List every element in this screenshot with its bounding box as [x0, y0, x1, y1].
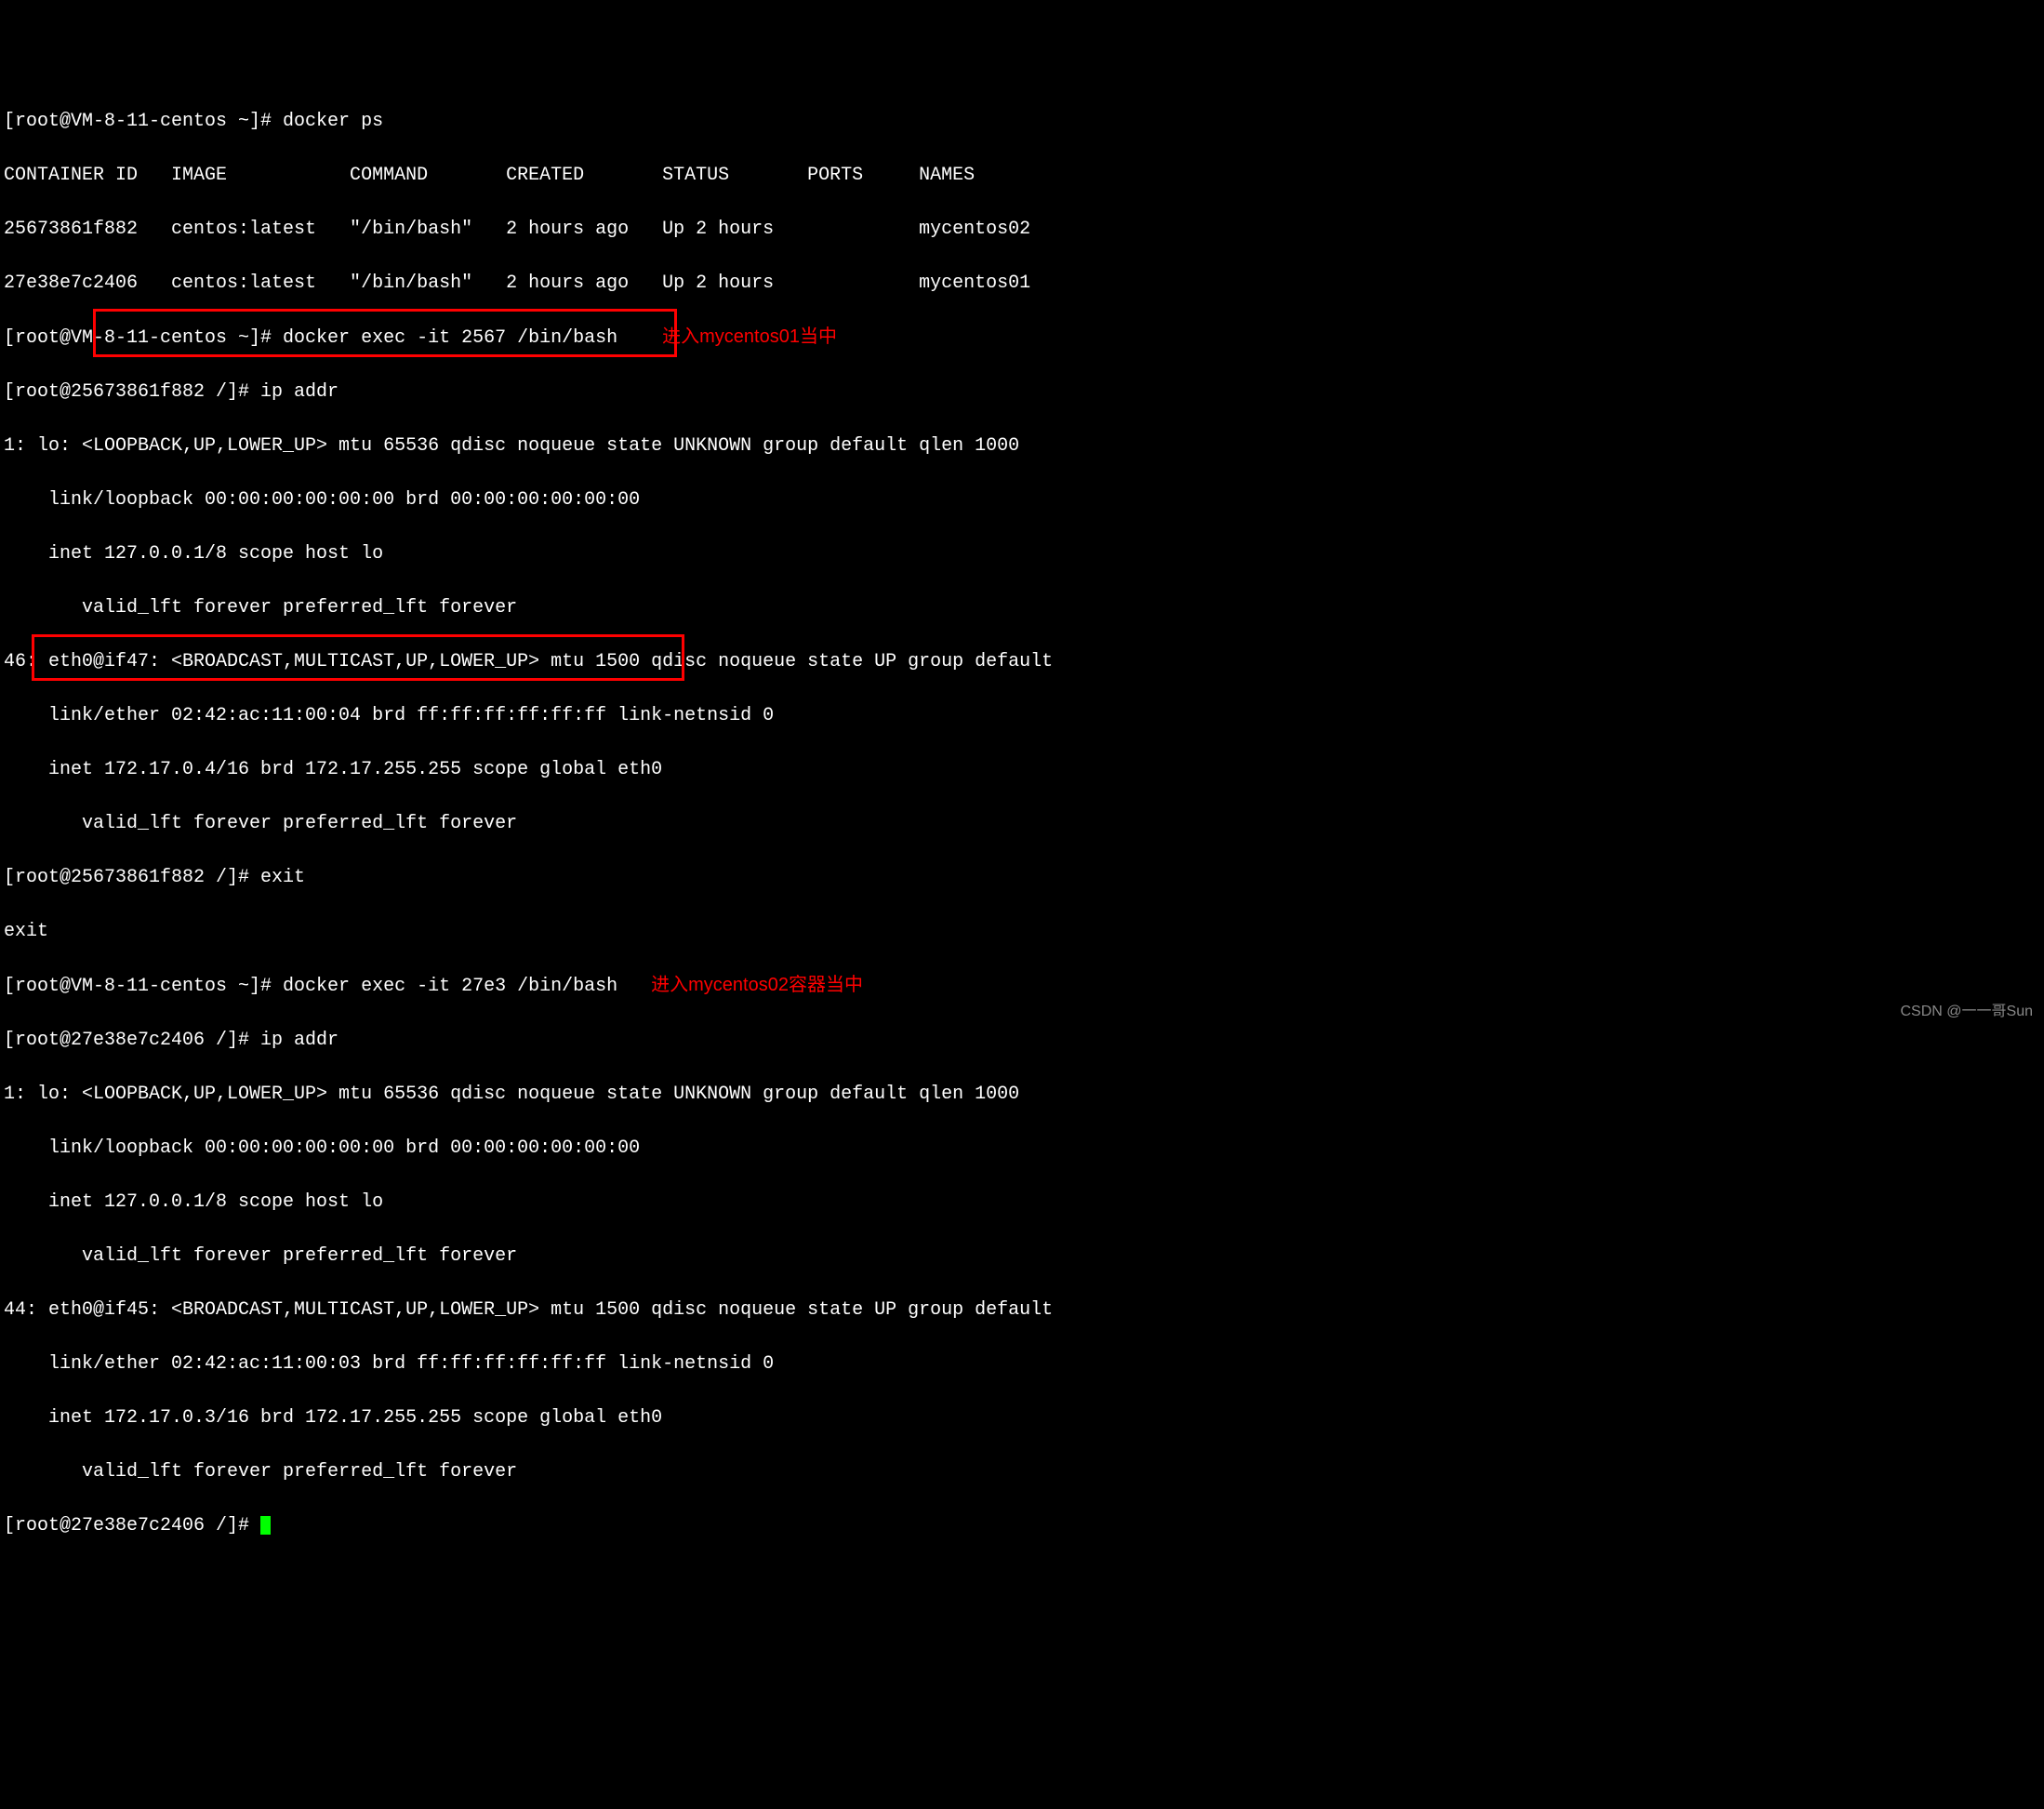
terminal-eth0-header-1: 46: eth0@if47: <BROADCAST,MULTICAST,UP,L…: [4, 648, 2040, 675]
terminal-eth0-header-2: 44: eth0@if45: <BROADCAST,MULTICAST,UP,L…: [4, 1297, 2040, 1323]
annotation-enter-mycentos02: 进入mycentos02容器当中: [651, 975, 863, 995]
terminal-eth0-valid-1: valid_lft forever preferred_lft forever: [4, 810, 2040, 837]
terminal-prompt-text: [root@27e38e7c2406 /]#: [4, 1515, 260, 1536]
terminal-container-row-2: 27e38e7c2406 centos:latest "/bin/bash" 2…: [4, 270, 2040, 297]
terminal-lo-header-1: 1: lo: <LOOPBACK,UP,LOWER_UP> mtu 65536 …: [4, 432, 2040, 459]
terminal-eth0-valid-2: valid_lft forever preferred_lft forever: [4, 1458, 2040, 1485]
terminal-exit-output: exit: [4, 918, 2040, 945]
terminal-ipaddr-2: [root@27e38e7c2406 /]# ip addr: [4, 1027, 2040, 1054]
terminal-lo-header-2: 1: lo: <LOOPBACK,UP,LOWER_UP> mtu 65536 …: [4, 1081, 2040, 1108]
terminal-eth0-inet-2: inet 172.17.0.3/16 brd 172.17.255.255 sc…: [4, 1404, 2040, 1431]
terminal-exit-cmd: [root@25673861f882 /]# exit: [4, 864, 2040, 891]
annotation-enter-mycentos01: 进入mycentos01当中: [662, 326, 837, 347]
terminal-exec-1: [root@VM-8-11-centos ~]# docker exec -it…: [4, 324, 2040, 352]
terminal-header-row: CONTAINER ID IMAGE COMMAND CREATED STATU…: [4, 162, 2040, 189]
terminal-eth0-inet-1: inet 172.17.0.4/16 brd 172.17.255.255 sc…: [4, 756, 2040, 783]
terminal-eth0-link-2: link/ether 02:42:ac:11:00:03 brd ff:ff:f…: [4, 1350, 2040, 1377]
terminal-lo-inet-2: inet 127.0.0.1/8 scope host lo: [4, 1189, 2040, 1216]
terminal-container-row-1: 25673861f882 centos:latest "/bin/bash" 2…: [4, 216, 2040, 243]
terminal-lo-link-1: link/loopback 00:00:00:00:00:00 brd 00:0…: [4, 486, 2040, 513]
terminal-exec-1-cmd: [root@VM-8-11-centos ~]# docker exec -it…: [4, 327, 662, 349]
terminal-ipaddr-1: [root@25673861f882 /]# ip addr: [4, 379, 2040, 406]
terminal-prompt-active[interactable]: [root@27e38e7c2406 /]#: [4, 1512, 2040, 1539]
watermark-text: CSDN @一一哥Sun: [1901, 1001, 2034, 1022]
terminal-cursor: [260, 1516, 271, 1535]
terminal-eth0-link-1: link/ether 02:42:ac:11:00:04 brd ff:ff:f…: [4, 702, 2040, 729]
terminal-lo-link-2: link/loopback 00:00:00:00:00:00 brd 00:0…: [4, 1135, 2040, 1162]
terminal-line-docker-ps: [root@VM-8-11-centos ~]# docker ps: [4, 108, 2040, 135]
terminal-lo-valid-1: valid_lft forever preferred_lft forever: [4, 594, 2040, 621]
terminal-exec-2-cmd: [root@VM-8-11-centos ~]# docker exec -it…: [4, 976, 651, 997]
terminal-exec-2: [root@VM-8-11-centos ~]# docker exec -it…: [4, 972, 2040, 1000]
terminal-lo-valid-2: valid_lft forever preferred_lft forever: [4, 1243, 2040, 1270]
terminal-lo-inet-1: inet 127.0.0.1/8 scope host lo: [4, 540, 2040, 567]
